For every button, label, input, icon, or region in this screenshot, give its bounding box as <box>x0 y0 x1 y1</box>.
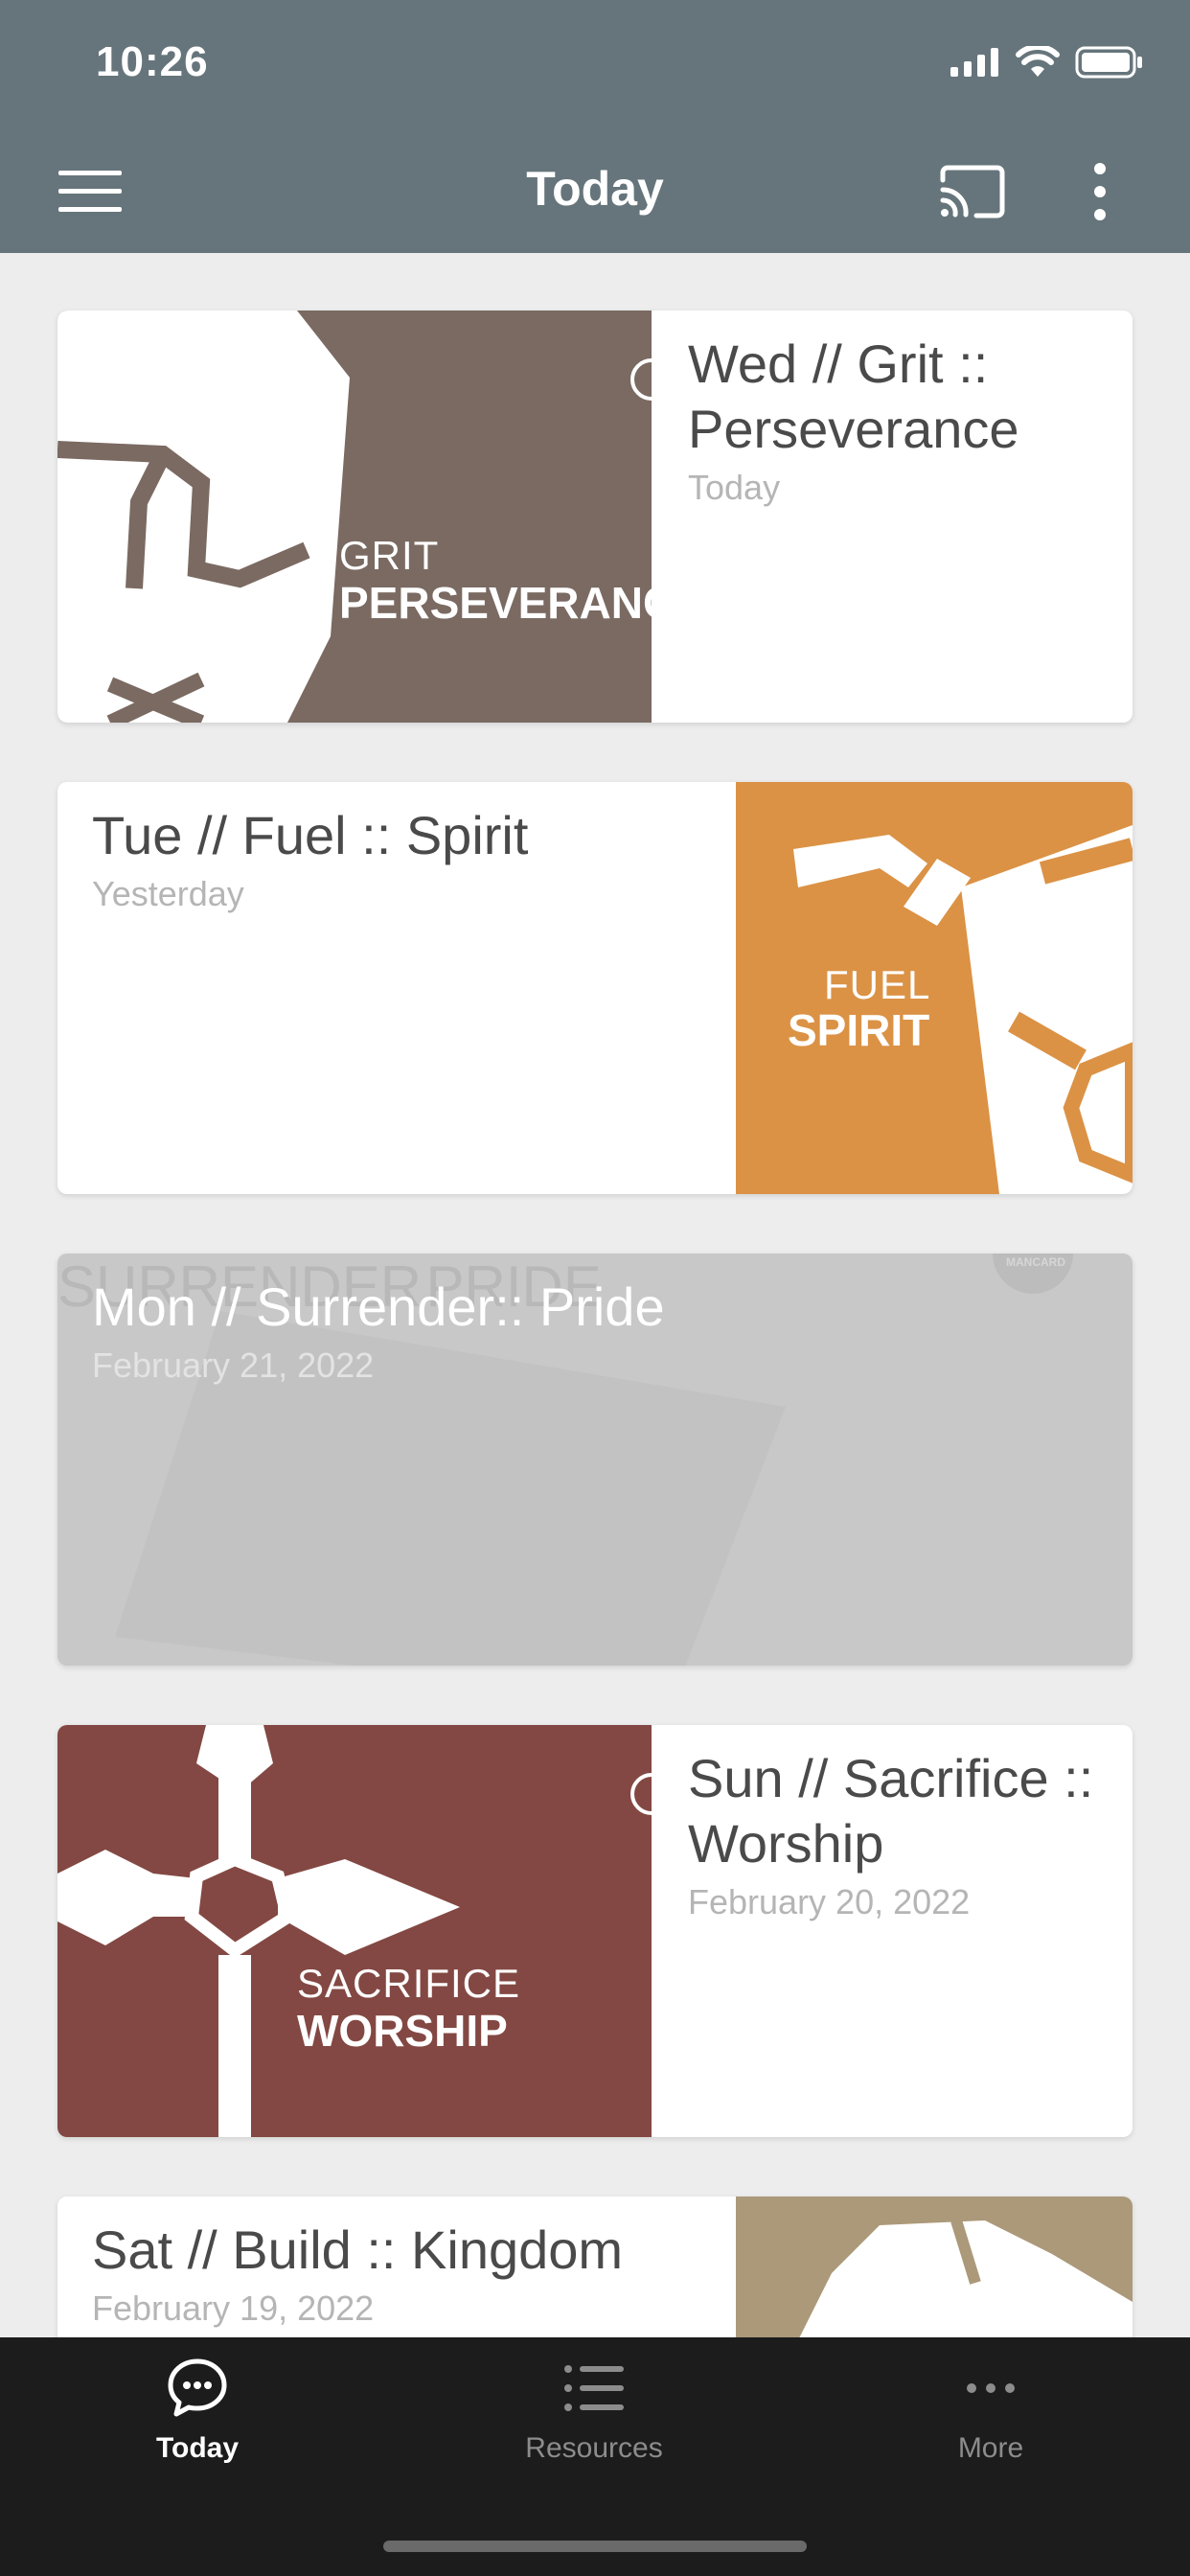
cast-button[interactable] <box>934 153 1011 230</box>
card-title: Sun // Sacrifice :: Worship <box>688 1748 1094 1874</box>
thumb-label-bold: WORSHIP <box>297 2006 508 2056</box>
card-thumbnail: GRIT PERSEVERANCE <box>57 310 652 723</box>
status-time: 10:26 <box>96 38 209 85</box>
wifi-icon <box>1016 46 1060 77</box>
build-graphic <box>799 2219 1133 2337</box>
chat-bubble-icon <box>168 2358 227 2417</box>
card-date: February 21, 2022 <box>92 1346 375 1385</box>
card-title: Sat // Build :: Kingdom <box>92 2220 624 2280</box>
card-thumbnail: SACRIFICE WORSHIP <box>57 1725 652 2137</box>
signal-icon <box>950 48 998 77</box>
card-text: Sun // Sacrifice :: Worship February 20,… <box>688 1746 1110 1922</box>
grit-graphic <box>57 310 652 723</box>
thumb-label-light: GRIT <box>339 533 440 578</box>
status-icons <box>950 46 1144 79</box>
card-title: Mon // Surrender:: Pride <box>92 1276 665 1337</box>
card-thumbnail <box>736 2196 1133 2337</box>
more-horizontal-icon <box>967 2383 1015 2393</box>
thumb-label-light: FUEL <box>824 962 931 1007</box>
card-date: Today <box>688 468 781 507</box>
card-thumbnail: FUEL SPIRIT <box>736 782 1133 1194</box>
card-text: Sat // Build :: Kingdom February 19, 202… <box>92 2218 705 2329</box>
cast-icon <box>940 165 1005 218</box>
thumb-label-bold: SPIRIT <box>788 1005 930 1055</box>
top-bar: 10:26 Today <box>0 0 1190 253</box>
devotional-card[interactable]: SACRIFICE WORSHIP Sun // Sacrifice :: Wo… <box>57 1725 1133 2137</box>
card-date: February 20, 2022 <box>688 1882 971 1921</box>
thumb-label-bold: PERSEVERANCE <box>339 578 652 628</box>
card-title: Wed // Grit :: Perseverance <box>688 334 1019 459</box>
page-title: Today <box>526 162 664 216</box>
tab-resources[interactable]: Resources <box>450 2357 738 2465</box>
list-icon <box>564 2365 624 2411</box>
card-date: February 19, 2022 <box>92 2288 375 2328</box>
tab-today[interactable]: Today <box>54 2357 341 2465</box>
tab-label: Resources <box>525 2432 663 2464</box>
card-title: Tue // Fuel :: Spirit <box>92 805 529 865</box>
devotional-card[interactable]: GRIT PERSEVERANCE Wed // Grit :: Perseve… <box>57 310 1133 723</box>
more-options-button[interactable] <box>1062 153 1138 230</box>
card-text: Mon // Surrender:: Pride February 21, 20… <box>92 1275 1050 1386</box>
card-text: Wed // Grit :: Perseverance Today <box>688 332 1110 508</box>
devotional-card[interactable]: Sat // Build :: Kingdom February 19, 202… <box>57 2196 1133 2337</box>
tab-label: Today <box>155 2432 240 2464</box>
brand-badge: MANCARD <box>1006 1255 1065 1269</box>
devotional-card[interactable]: Tue // Fuel :: Spirit Yesterday FUEL SPI… <box>57 782 1133 1194</box>
tab-more[interactable]: More <box>847 2357 1134 2465</box>
devotional-card-disabled[interactable]: MANCARD Mon // Surrender:: Pride Februar… <box>57 1254 1133 1666</box>
tab-label: More <box>957 2432 1024 2464</box>
devotional-feed[interactable]: GRIT PERSEVERANCE Wed // Grit :: Perseve… <box>0 253 1190 2337</box>
battery-icon <box>1075 46 1142 79</box>
more-vertical-icon <box>1094 163 1106 220</box>
sacrifice-graphic <box>57 1725 652 2137</box>
fuel-graphic <box>793 825 1133 1194</box>
thumb-label-light: SACRIFICE <box>297 1961 521 2006</box>
card-text: Tue // Fuel :: Spirit Yesterday <box>92 803 705 914</box>
card-date: Yesterday <box>92 874 244 913</box>
home-indicator <box>383 2541 807 2552</box>
